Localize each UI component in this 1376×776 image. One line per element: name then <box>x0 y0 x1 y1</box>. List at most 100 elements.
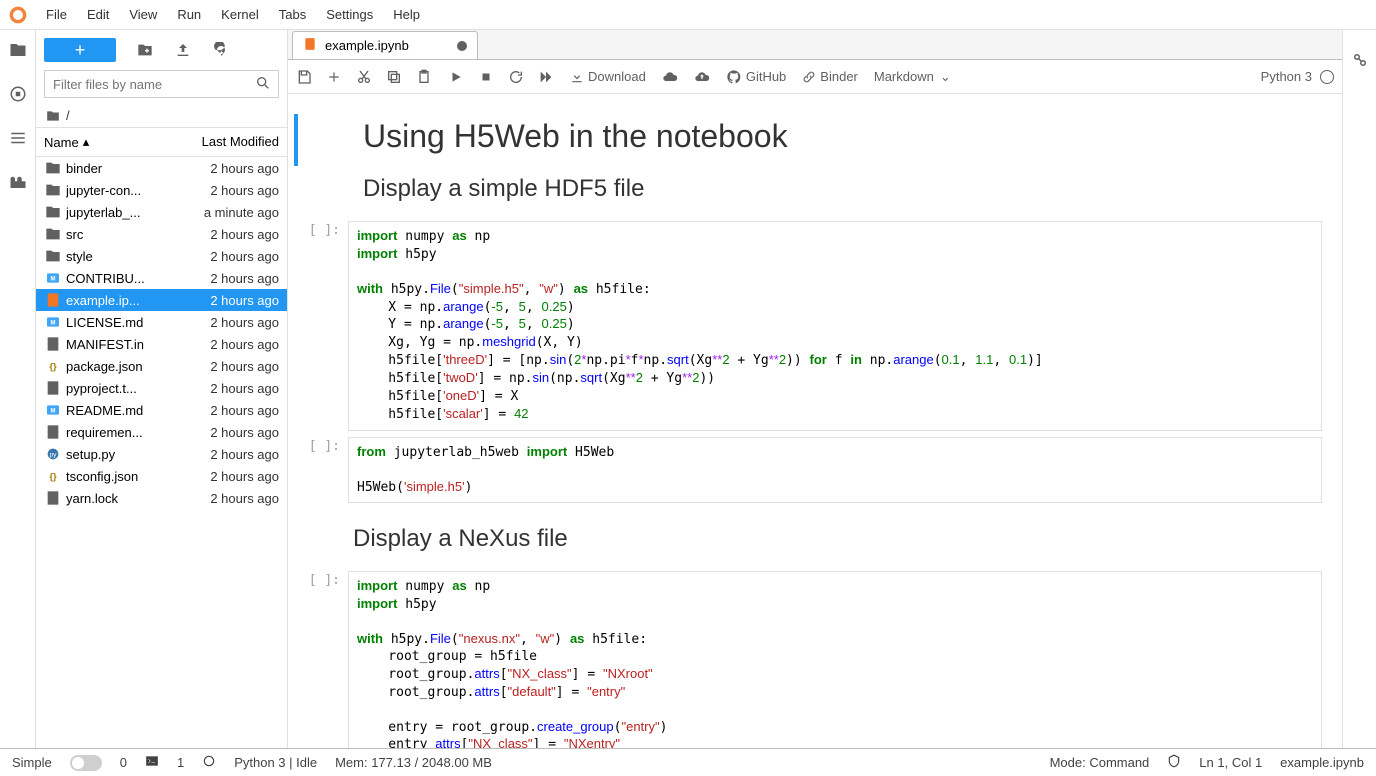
menu-bar: File Edit View Run Kernel Tabs Settings … <box>0 0 1376 30</box>
file-name: style <box>66 249 189 264</box>
stop-icon[interactable] <box>478 69 494 85</box>
svg-text:M: M <box>51 409 56 415</box>
file-modified: 2 hours ago <box>189 249 279 264</box>
cell-prompt: [ ]: <box>288 221 348 431</box>
search-icon <box>255 75 271 94</box>
menu-view[interactable]: View <box>121 3 165 26</box>
col-name[interactable]: Name▴ <box>44 134 179 150</box>
trust-icon[interactable] <box>1167 754 1181 771</box>
file-item[interactable]: {}package.json2 hours ago <box>36 355 287 377</box>
heading-2b: Display a NeXus file <box>353 525 1322 553</box>
file-item[interactable]: jupyter-con...2 hours ago <box>36 179 287 201</box>
text-icon <box>44 490 62 506</box>
menu-run[interactable]: Run <box>169 3 209 26</box>
file-modified: 2 hours ago <box>189 337 279 352</box>
heading-1: Using H5Web in the notebook <box>363 118 1322 155</box>
upload-icon[interactable] <box>174 41 192 59</box>
kernel-indicator[interactable]: Python 3 <box>1261 69 1334 84</box>
menu-edit[interactable]: Edit <box>79 3 117 26</box>
file-name: binder <box>66 161 189 176</box>
svg-text:{}: {} <box>49 361 57 371</box>
file-item[interactable]: MLICENSE.md2 hours ago <box>36 311 287 333</box>
folder-icon[interactable] <box>8 40 28 60</box>
kernel-status-icon <box>1320 70 1334 84</box>
refresh-icon[interactable] <box>212 41 230 59</box>
menu-settings[interactable]: Settings <box>318 3 381 26</box>
restart-icon[interactable] <box>508 69 524 85</box>
code-input[interactable]: import numpy as np import h5py with h5py… <box>348 221 1322 431</box>
heading-2a: Display a simple HDF5 file <box>363 175 1322 203</box>
running-icon[interactable] <box>8 84 28 104</box>
menu-file[interactable]: File <box>38 3 75 26</box>
simple-toggle[interactable] <box>70 755 102 771</box>
file-item[interactable]: src2 hours ago <box>36 223 287 245</box>
cursor-position: Ln 1, Col 1 <box>1199 755 1262 770</box>
tab-title: example.ipynb <box>325 38 409 53</box>
cloud-upload-icon[interactable] <box>694 69 710 85</box>
file-modified: 2 hours ago <box>189 403 279 418</box>
file-modified: 2 hours ago <box>189 381 279 396</box>
download-button[interactable]: Download <box>570 69 646 84</box>
extension-icon[interactable] <box>8 172 28 192</box>
copy-icon[interactable] <box>386 69 402 85</box>
file-item[interactable]: style2 hours ago <box>36 245 287 267</box>
svg-text:{}: {} <box>49 471 57 481</box>
menu-kernel[interactable]: Kernel <box>213 3 267 26</box>
code-cell-3[interactable]: [ ]: import numpy as np import h5py with… <box>288 571 1322 748</box>
activity-bar <box>0 30 36 748</box>
cut-icon[interactable] <box>356 69 372 85</box>
tab-bar: example.ipynb <box>288 30 1342 60</box>
file-item[interactable]: jupyterlab_...a minute ago <box>36 201 287 223</box>
file-name: jupyterlab_... <box>66 205 189 220</box>
code-cell-2[interactable]: [ ]: from jupyterlab_h5web import H5Web … <box>288 437 1322 504</box>
binder-button[interactable]: Binder <box>802 69 858 84</box>
menu-tabs[interactable]: Tabs <box>271 3 314 26</box>
save-icon[interactable] <box>296 69 312 85</box>
file-item[interactable]: requiremen...2 hours ago <box>36 421 287 443</box>
py-icon: py <box>44 446 62 462</box>
menu-help[interactable]: Help <box>385 3 428 26</box>
fb-toolbar: + <box>36 30 287 70</box>
add-cell-icon[interactable] <box>326 69 342 85</box>
folder-icon <box>44 226 62 242</box>
file-item[interactable]: example.ip...2 hours ago <box>36 289 287 311</box>
jupyter-logo <box>8 5 28 25</box>
new-launcher-button[interactable]: + <box>44 38 116 62</box>
paste-icon[interactable] <box>416 69 432 85</box>
cloud-download-icon[interactable] <box>662 69 678 85</box>
file-name: package.json <box>66 359 189 374</box>
file-modified: 2 hours ago <box>189 161 279 176</box>
new-folder-icon[interactable] <box>136 41 154 59</box>
sort-asc-icon: ▴ <box>83 134 90 150</box>
code-input[interactable]: from jupyterlab_h5web import H5Web H5Web… <box>348 437 1322 504</box>
property-inspector-icon[interactable] <box>1350 50 1370 70</box>
file-name: CONTRIBU... <box>66 271 189 286</box>
file-name: yarn.lock <box>66 491 189 506</box>
notebook-content[interactable]: Using H5Web in the notebook Display a si… <box>288 94 1342 748</box>
cell-type-select[interactable]: Markdown⌄ <box>874 69 951 85</box>
file-item[interactable]: MCONTRIBU...2 hours ago <box>36 267 287 289</box>
terminals-count: 0 <box>120 755 127 770</box>
file-item[interactable]: MREADME.md2 hours ago <box>36 399 287 421</box>
file-item[interactable]: pyproject.t...2 hours ago <box>36 377 287 399</box>
toc-icon[interactable] <box>8 128 28 148</box>
tab-example[interactable]: example.ipynb <box>292 31 478 59</box>
run-all-icon[interactable] <box>538 69 554 85</box>
col-modified[interactable]: Last Modified <box>179 134 279 150</box>
file-item[interactable]: binder2 hours ago <box>36 157 287 179</box>
github-button[interactable]: GitHub <box>726 69 786 85</box>
code-cell-1[interactable]: [ ]: import numpy as np import h5py with… <box>288 221 1322 431</box>
right-sidebar <box>1342 30 1376 748</box>
file-item[interactable]: MANIFEST.in2 hours ago <box>36 333 287 355</box>
run-icon[interactable] <box>448 69 464 85</box>
file-item[interactable]: pysetup.py2 hours ago <box>36 443 287 465</box>
breadcrumb[interactable]: / <box>36 104 287 127</box>
nb-icon <box>44 292 62 308</box>
file-name: tsconfig.json <box>66 469 189 484</box>
filter-input[interactable] <box>44 70 279 98</box>
file-item[interactable]: yarn.lock2 hours ago <box>36 487 287 509</box>
file-item[interactable]: {}tsconfig.json2 hours ago <box>36 465 287 487</box>
file-modified: 2 hours ago <box>189 315 279 330</box>
code-input[interactable]: import numpy as np import h5py with h5py… <box>348 571 1322 748</box>
md-icon: M <box>44 402 62 418</box>
